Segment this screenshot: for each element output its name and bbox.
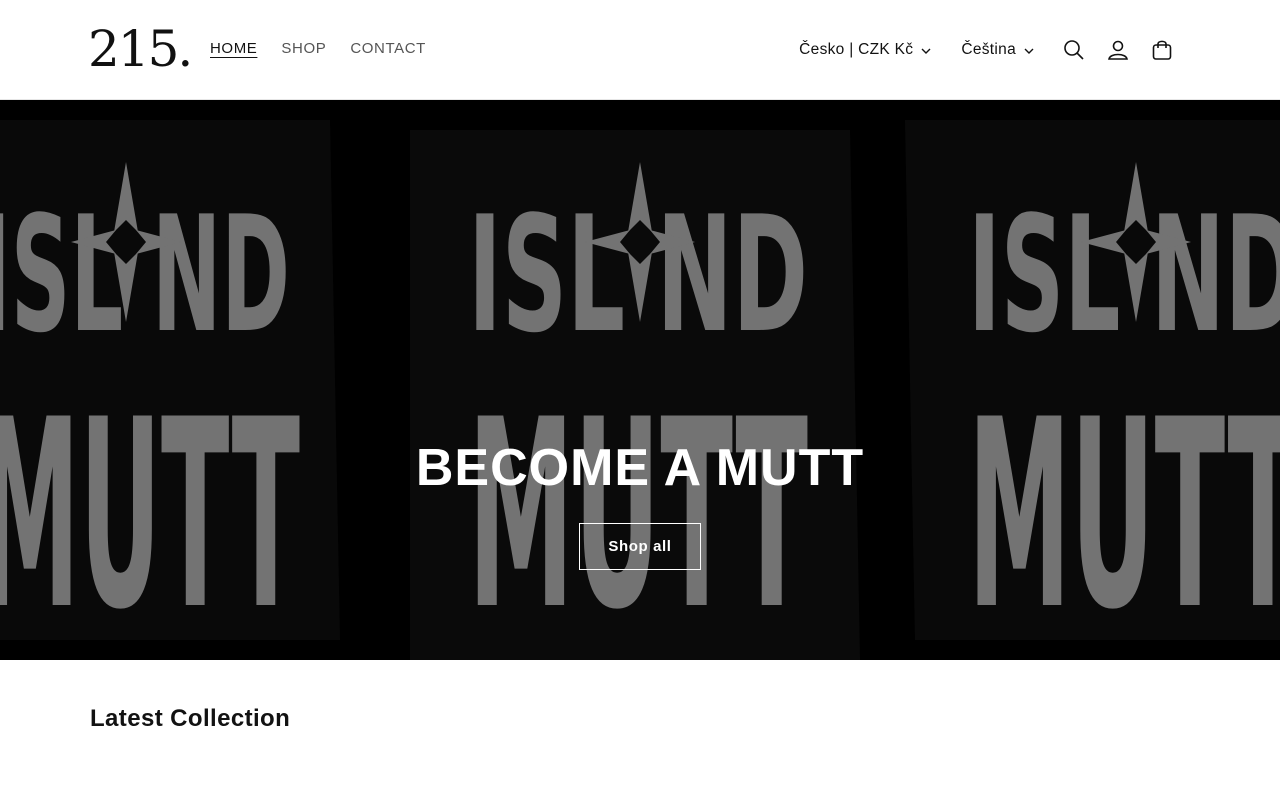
main-nav: HOME SHOP CONTACT	[210, 39, 426, 59]
country-selector-label: Česko | CZK Kč	[799, 41, 914, 58]
hero-overlay	[0, 100, 1280, 660]
chevron-down-icon	[921, 48, 931, 54]
site-logo[interactable]: 215.	[88, 22, 193, 76]
header-actions: Česko | CZK Kč Čeština	[799, 30, 1184, 70]
search-icon	[1064, 40, 1084, 60]
cart-icon	[1152, 40, 1172, 60]
nav-shop[interactable]: SHOP	[281, 39, 326, 59]
hero-title: BECOME A MUTT	[415, 439, 865, 497]
hero-banner: ISL ND MUTT ISL ND MUTT ISL ND MUTT BECO…	[0, 100, 1280, 660]
site-header: 215. HOME SHOP CONTACT Česko | CZK Kč Če…	[0, 0, 1280, 100]
nav-contact[interactable]: CONTACT	[350, 39, 426, 59]
nav-home[interactable]: HOME	[210, 39, 257, 59]
shop-all-button[interactable]: Shop all	[579, 523, 701, 570]
search-button[interactable]	[1052, 30, 1096, 70]
cart-button[interactable]	[1140, 30, 1184, 70]
account-button[interactable]	[1096, 30, 1140, 70]
language-selector-label: Čeština	[961, 41, 1016, 58]
latest-collection-heading: Latest Collection	[90, 705, 291, 732]
account-icon	[1108, 40, 1128, 60]
country-selector[interactable]: Česko | CZK Kč	[799, 41, 931, 59]
language-selector[interactable]: Čeština	[961, 41, 1034, 59]
chevron-down-icon	[1024, 48, 1034, 54]
